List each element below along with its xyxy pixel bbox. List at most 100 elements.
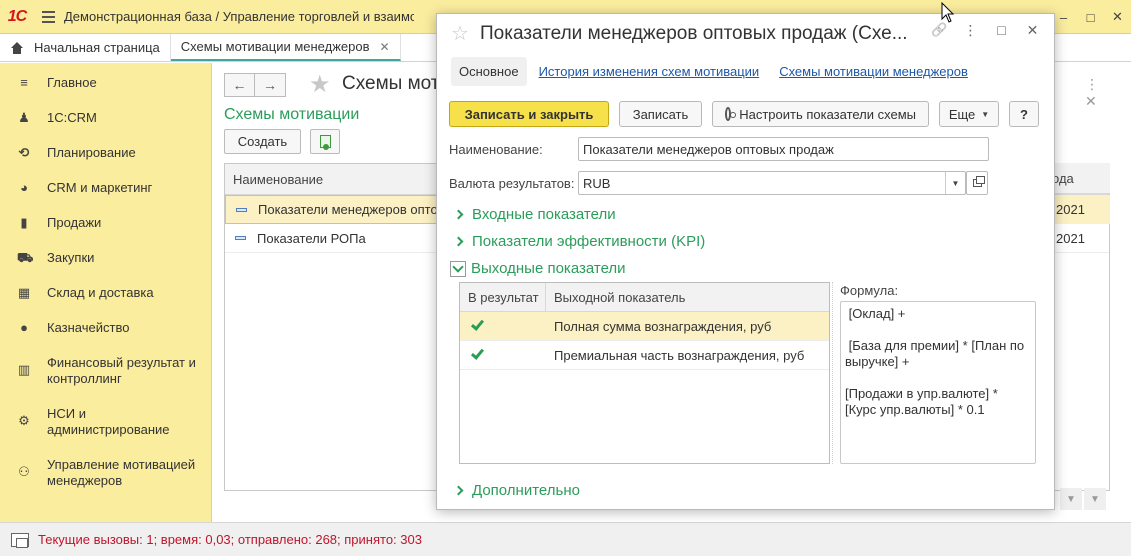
dialog-title: Показатели менеджеров оптовых продаж (Сх… [480, 23, 908, 44]
home-icon [10, 41, 24, 54]
people-icon: ⚇ [18, 464, 30, 479]
maximize-dialog-icon[interactable]: □ [986, 22, 1017, 39]
sidebar-item-planning[interactable]: ⟲ Планирование [0, 145, 144, 161]
save-button[interactable]: Записать [619, 101, 702, 127]
checkmark-icon [470, 346, 485, 360]
tab-home[interactable]: Начальная страница [0, 34, 171, 61]
chevron-right-icon [453, 236, 464, 247]
in-result-checkbox[interactable] [460, 341, 546, 369]
column-header-in-result[interactable]: В результат [460, 283, 546, 311]
sidebar-item-label: Управление мотивацией менеджеров [47, 457, 196, 488]
group-output-indicators[interactable]: Выходные показатели [450, 260, 626, 277]
favorite-star-icon[interactable]: ☆ [451, 21, 469, 46]
scroll-end-icon[interactable]: ▼ [1084, 488, 1106, 510]
section-link[interactable]: Схемы мотивации [224, 106, 359, 124]
dialog-controls: 🔗 ⋮ □ ✕ [924, 22, 1048, 39]
table-row[interactable]: Полная сумма вознаграждения, руб [460, 312, 829, 341]
forward-button[interactable]: → [255, 73, 286, 97]
column-header-year[interactable]: ода [1048, 163, 1110, 194]
close-form-icon[interactable]: ✕ [1085, 93, 1097, 109]
help-button[interactable]: ? [1009, 101, 1039, 127]
sidebar-item-label: НСИ и администрирование [47, 406, 170, 437]
group-additional[interactable]: Дополнительно [453, 482, 580, 499]
group-input-indicators[interactable]: Входные показатели [453, 206, 616, 223]
sidebar-item-label: Главное [47, 75, 97, 90]
more-actions-icon[interactable]: ⋮ [1085, 76, 1099, 92]
name-field[interactable]: Показатели менеджеров оптовых продаж [578, 137, 989, 161]
crm-person-icon: ♟ [18, 110, 30, 125]
table-header: В результат Выходной показатель [460, 283, 829, 312]
scroll-down-icon[interactable]: ▼ [1060, 488, 1082, 510]
copy-document-icon [319, 135, 331, 150]
column-header-output-indicator[interactable]: Выходной показатель [546, 290, 685, 305]
sidebar-item-label: 1С:CRM [47, 110, 97, 125]
in-result-checkbox[interactable] [460, 312, 546, 340]
scheme-dialog: ☆ Показатели менеджеров оптовых продаж (… [436, 13, 1055, 510]
output-indicators-table: В результат Выходной показатель Полная с… [459, 282, 830, 464]
sidebar-item-sales[interactable]: ▮ Продажи [0, 215, 109, 231]
close-dialog-icon[interactable]: ✕ [1017, 22, 1048, 39]
tab-manager-schemes[interactable]: Схемы мотивации менеджеров [779, 64, 968, 79]
sidebar-item-nsi-admin[interactable]: ⚙ НСИ и администрирование [0, 406, 205, 438]
sidebar-item-crm-marketing[interactable]: ◕ CRM и маркетинг [0, 180, 160, 196]
app-logo[interactable]: 1С [0, 0, 34, 34]
tab-motivation-schemes[interactable]: Схемы мотивации менеджеров ✕ [170, 34, 401, 61]
dialog-nav-tabs: Основное История изменения схем мотиваци… [451, 56, 988, 86]
group-label: Выходные показатели [471, 260, 626, 277]
sidebar-item-label: Закупки [47, 250, 95, 265]
row-name: Показатели менеджеров опто [258, 202, 438, 217]
app-title: Демонстрационная база / Управление торго… [64, 9, 414, 24]
menu-lines-icon: ≡ [20, 75, 28, 90]
app-logo-text: 1С [7, 7, 27, 25]
sidebar-item-label: Казначейство [47, 320, 130, 335]
currency-field[interactable]: RUB ▼ [578, 171, 966, 195]
chevron-down-icon: ▼ [981, 109, 990, 119]
back-button[interactable]: ← [224, 73, 255, 97]
save-close-button[interactable]: Записать и закрыть [449, 101, 609, 127]
maximize-button[interactable]: □ [1077, 0, 1104, 34]
sidebar-item-motivation[interactable]: ⚇ Управление мотивацией менеджеров [0, 457, 205, 489]
main-menu-icon[interactable] [34, 0, 62, 34]
nav-buttons: ← → [224, 73, 286, 97]
dialog-toolbar: Записать и закрыть Записать Настроить по… [449, 101, 1049, 127]
sidebar-item-financial[interactable]: ▥ Финансовый результат и контроллинг [0, 355, 205, 387]
sidebar-item-purchases[interactable]: ⛟ Закупки [0, 250, 102, 266]
chevron-down-icon[interactable]: ▼ [945, 172, 965, 194]
checkmark-icon [470, 317, 485, 331]
sidebar-item-crm[interactable]: ♟ 1С:CRM [0, 110, 105, 126]
splitter[interactable] [832, 282, 833, 464]
sidebar-item-warehouse[interactable]: ▦ Склад и доставка [0, 285, 162, 301]
close-tab-icon[interactable]: ✕ [380, 40, 390, 54]
table-row[interactable]: Премиальная часть вознаграждения, руб [460, 341, 829, 370]
bar-chart-icon: ▥ [17, 362, 31, 377]
column-header-name: Наименование [233, 171, 324, 187]
sidebar-item-label: Склад и доставка [47, 285, 154, 300]
link-icon[interactable]: 🔗 [924, 22, 955, 39]
output-indicator-name: Полная сумма вознаграждения, руб [554, 318, 772, 334]
window-controls: – □ ✕ [1050, 0, 1131, 34]
coin-icon: ● [20, 320, 28, 335]
more-button-label: Еще [948, 106, 976, 122]
sidebar-item-label: Продажи [47, 215, 102, 230]
tab-main[interactable]: Основное [451, 56, 527, 86]
more-actions-icon[interactable]: ⋮ [955, 22, 986, 39]
windows-icon[interactable] [11, 532, 29, 548]
dialog-header: ☆ Показатели менеджеров оптовых продаж (… [437, 14, 1054, 54]
create-button[interactable]: Создать [224, 129, 301, 154]
status-text: Текущие вызовы: 1; время: 0,03; отправле… [38, 532, 422, 547]
formula-label: Формула: [840, 283, 899, 298]
more-button[interactable]: Еще ▼ [939, 101, 999, 127]
favorite-star-icon[interactable]: ★ [309, 70, 331, 99]
open-currency-button[interactable] [966, 171, 988, 195]
sidebar-item-label: Финансовый результат и контроллинг [47, 355, 196, 386]
configure-indicators-button[interactable]: Настроить показатели схемы [712, 101, 929, 127]
tab-history[interactable]: История изменения схем мотивации [539, 64, 760, 79]
sidebar-item-main[interactable]: ≡ Главное [0, 75, 105, 91]
cart-icon: ⛟ [17, 250, 34, 265]
page-title: Схемы мот [342, 73, 440, 94]
copy-item-button[interactable] [310, 129, 340, 154]
group-kpi-indicators[interactable]: Показатели эффективности (KPI) [453, 233, 705, 250]
close-window-button[interactable]: ✕ [1104, 0, 1131, 34]
sidebar-item-treasury[interactable]: ● Казначейство [0, 320, 137, 336]
formula-textarea[interactable]: [Оклад] + [База для премии] * [План по в… [840, 301, 1036, 464]
